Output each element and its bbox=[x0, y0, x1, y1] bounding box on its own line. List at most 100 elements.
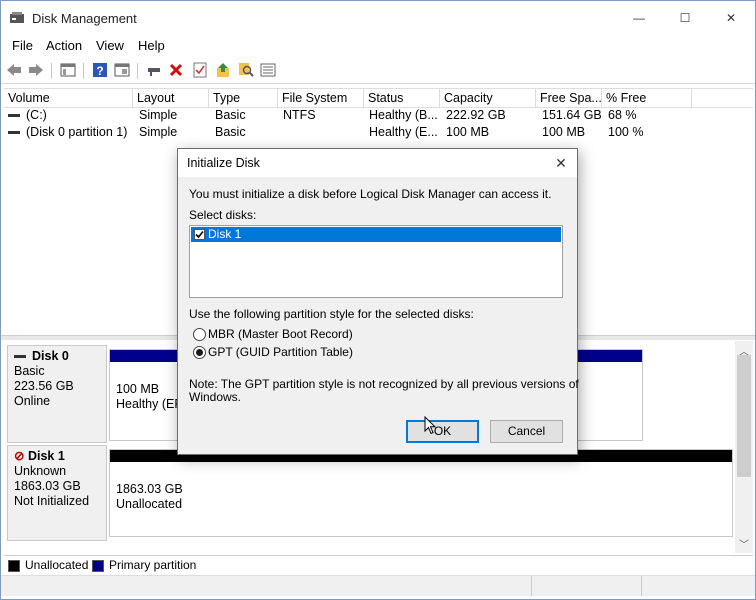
disk-0-name: Disk 0 bbox=[14, 349, 100, 364]
type-cell: Basic bbox=[215, 125, 246, 139]
vertical-scrollbar[interactable]: ︿ ﹀ bbox=[735, 341, 753, 553]
menu-action[interactable]: Action bbox=[46, 38, 82, 53]
delete-icon[interactable] bbox=[167, 61, 185, 79]
note-text-line-1: Note: The GPT partition style is not rec… bbox=[189, 377, 579, 391]
legend-label: Primary partition bbox=[109, 558, 197, 572]
status-cell: Healthy (E... bbox=[369, 125, 438, 139]
toolbar: ? bbox=[1, 57, 755, 84]
status-bar bbox=[1, 575, 755, 596]
disk-list-item[interactable]: Disk 1 bbox=[191, 227, 561, 242]
ok-button[interactable]: OK bbox=[406, 420, 479, 443]
percent-free-cell: 100 % bbox=[608, 125, 644, 139]
legend-unallocated: Unallocated bbox=[8, 558, 88, 572]
toolbar-separator bbox=[137, 63, 138, 79]
scrollbar-thumb[interactable] bbox=[737, 355, 751, 477]
disk-1-type: Unknown bbox=[14, 464, 67, 478]
volume-row[interactable]: (Disk 0 partition 1) Simple Basic Health… bbox=[4, 124, 753, 141]
toolbar-separator bbox=[83, 63, 84, 79]
disk-1-name-text: Disk 1 bbox=[27, 449, 65, 463]
title-bar: Disk Management — ☐ ✕ bbox=[1, 1, 755, 35]
status-divider bbox=[531, 576, 532, 596]
svg-text:?: ? bbox=[96, 64, 103, 78]
volume-cell: (C:) bbox=[8, 107, 47, 124]
layout-cell: Simple bbox=[139, 125, 178, 139]
layout-cell: Simple bbox=[139, 108, 178, 122]
help-icon[interactable]: ? bbox=[91, 61, 109, 79]
legend-label: Unallocated bbox=[25, 558, 89, 572]
status-cell: Healthy (B... bbox=[369, 108, 438, 122]
volume-name: (Disk 0 partition 1) bbox=[26, 125, 128, 139]
mbr-radio[interactable] bbox=[193, 328, 206, 341]
volume-row[interactable]: (C:) Simple Basic NTFS Healthy (B... 222… bbox=[4, 107, 753, 124]
gpt-radio[interactable] bbox=[193, 346, 206, 359]
dialog-intro-text: You must initialize a disk before Logica… bbox=[189, 187, 552, 201]
close-button[interactable]: ✕ bbox=[708, 1, 754, 35]
disk-0-size: 223.56 GB bbox=[14, 379, 74, 393]
disk-0-type: Basic bbox=[14, 364, 45, 378]
select-disks-label: Select disks: bbox=[189, 208, 257, 222]
list-icon[interactable] bbox=[259, 61, 277, 79]
menu-file[interactable]: File bbox=[12, 38, 33, 53]
file-system-cell: NTFS bbox=[283, 108, 316, 122]
view-icon[interactable] bbox=[113, 61, 131, 79]
forward-icon[interactable] bbox=[27, 61, 45, 79]
disk-1-state: Not Initialized bbox=[14, 494, 90, 508]
connect-icon[interactable] bbox=[145, 61, 163, 79]
legend: Unallocated Primary partition bbox=[4, 555, 753, 574]
column-capacity[interactable]: Capacity bbox=[440, 89, 536, 107]
disk-1-name: ⊘ Disk 1 bbox=[14, 449, 100, 464]
disk-0-label[interactable]: Disk 0 Basic 223.56 GB Online bbox=[7, 345, 107, 443]
cancel-button[interactable]: Cancel bbox=[490, 420, 563, 443]
window-title: Disk Management bbox=[32, 11, 137, 26]
dialog-close-icon[interactable]: ✕ bbox=[551, 153, 571, 173]
minimize-button[interactable]: — bbox=[616, 1, 662, 35]
menu-bar: File Action View Help bbox=[1, 35, 755, 55]
refresh-icon[interactable] bbox=[214, 61, 232, 79]
disk-item-label: Disk 1 bbox=[208, 227, 242, 241]
scroll-down-icon[interactable]: ﹀ bbox=[739, 536, 749, 551]
checkmark-icon bbox=[195, 230, 204, 239]
disk-1-partition-info: 1863.03 GB Unallocated bbox=[116, 482, 183, 512]
disk-1-size: 1863.03 GB bbox=[14, 479, 81, 493]
note-text-line-2: Windows. bbox=[189, 390, 242, 404]
volume-icon bbox=[8, 131, 20, 135]
disk-0-name-text: Disk 0 bbox=[32, 349, 69, 363]
column-free-space[interactable]: Free Spa... bbox=[536, 89, 602, 107]
disk-icon bbox=[14, 355, 26, 359]
dialog-title-bar: Initialize Disk ✕ bbox=[178, 149, 577, 177]
percent-free-cell: 68 % bbox=[608, 108, 637, 122]
column-percent-free[interactable]: % Free bbox=[602, 89, 692, 107]
column-type[interactable]: Type bbox=[209, 89, 278, 107]
volume-icon bbox=[8, 114, 20, 118]
disk-1-label[interactable]: ⊘ Disk 1 Unknown 1863.03 GB Not Initiali… bbox=[7, 445, 107, 541]
free-space-cell: 151.64 GB bbox=[542, 108, 602, 122]
partition-style-label: Use the following partition style for th… bbox=[189, 307, 474, 321]
column-layout[interactable]: Layout bbox=[133, 89, 209, 107]
menu-view[interactable]: View bbox=[96, 38, 124, 53]
gpt-label[interactable]: GPT (GUID Partition Table) bbox=[208, 345, 353, 359]
maximize-button[interactable]: ☐ bbox=[662, 1, 708, 35]
search-icon[interactable] bbox=[237, 61, 255, 79]
partition-status: Unallocated bbox=[116, 497, 183, 511]
mouse-cursor-icon bbox=[424, 416, 436, 435]
back-icon[interactable] bbox=[5, 61, 23, 79]
capacity-cell: 100 MB bbox=[446, 125, 490, 139]
dialog-title: Initialize Disk bbox=[187, 156, 260, 170]
volume-list-header: Volume Layout Type File System Status Ca… bbox=[4, 88, 753, 108]
disk-1-partition[interactable]: 1863.03 GB Unallocated bbox=[109, 449, 733, 537]
column-volume[interactable]: Volume bbox=[4, 89, 133, 107]
menu-help[interactable]: Help bbox=[138, 38, 165, 53]
legend-swatch bbox=[92, 559, 104, 572]
disk-0-partition-info: 100 MB Healthy (EFI bbox=[116, 382, 185, 412]
mbr-label[interactable]: MBR (Master Boot Record) bbox=[208, 327, 353, 341]
column-file-system[interactable]: File System bbox=[278, 89, 364, 107]
capacity-cell: 222.92 GB bbox=[446, 108, 506, 122]
column-status[interactable]: Status bbox=[364, 89, 440, 107]
disk-management-app-icon bbox=[10, 12, 24, 23]
disk-checkbox[interactable] bbox=[194, 229, 205, 240]
partition-size: 1863.03 GB bbox=[116, 482, 183, 496]
volume-cell: (Disk 0 partition 1) bbox=[8, 124, 127, 141]
properties-icon[interactable] bbox=[191, 61, 209, 79]
console-tree-icon[interactable] bbox=[59, 61, 77, 79]
disk-selection-list[interactable]: Disk 1 bbox=[189, 225, 563, 298]
